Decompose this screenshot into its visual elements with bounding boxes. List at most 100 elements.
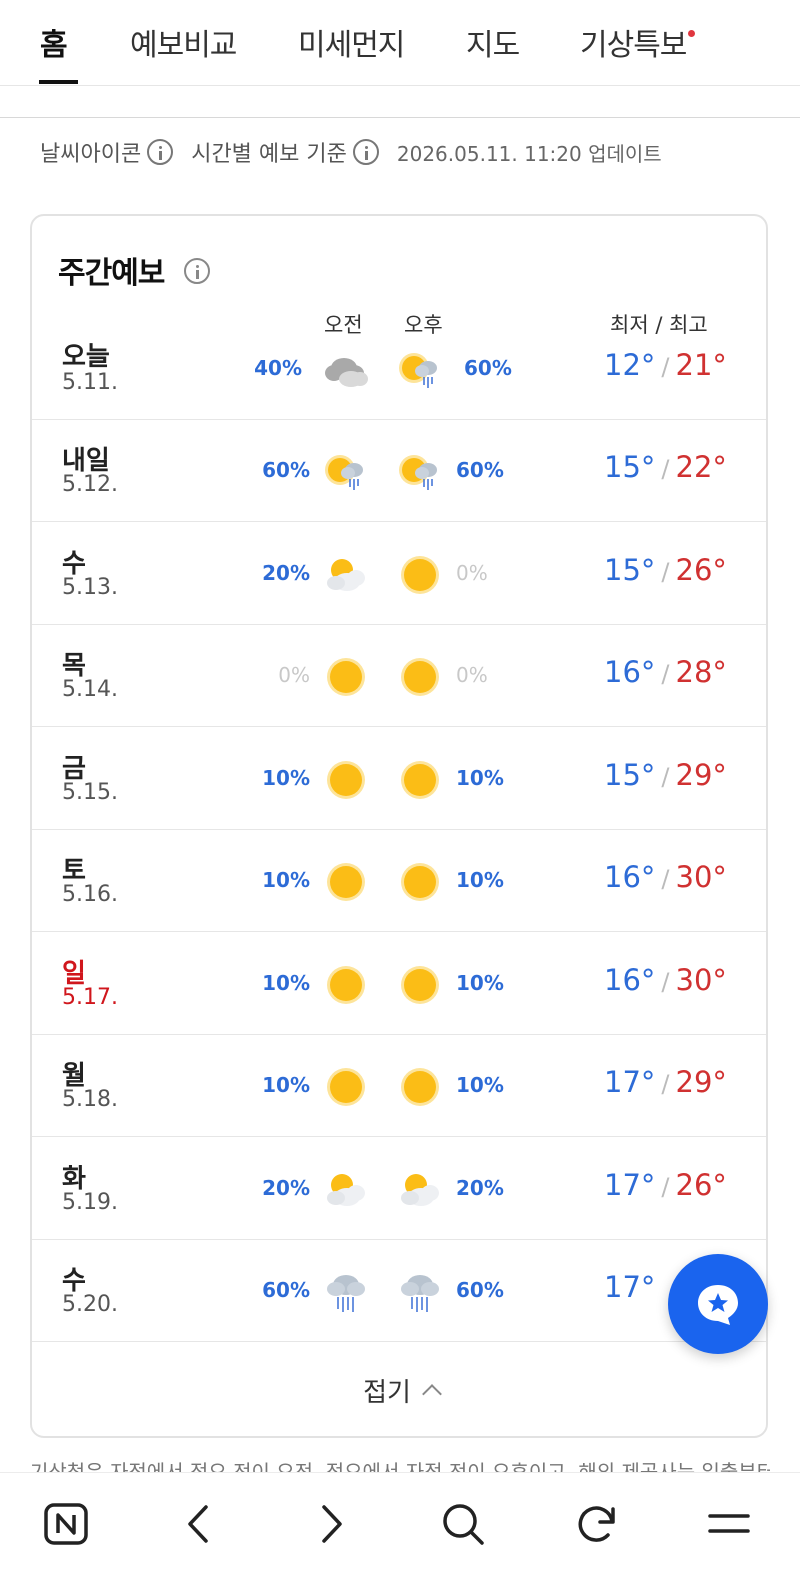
temp-min: 17° — [604, 1270, 656, 1304]
update-timestamp: 2026.05.11. 11:20 업데이트 — [396, 141, 662, 166]
tab-home-label: 홈 — [40, 28, 68, 63]
tab-fine-dust-label: 미세먼지 — [298, 28, 405, 63]
sun-icon — [396, 653, 444, 701]
divider — [0, 117, 800, 118]
sun-icon — [322, 756, 370, 804]
temp-slash: / — [661, 557, 670, 586]
row-date: 5.19. — [62, 1189, 118, 1215]
chat-fab-button[interactable] — [668, 1254, 768, 1354]
sun-icon — [322, 653, 370, 701]
hourly-basis-info-icon[interactable] — [352, 139, 379, 165]
row-date: 5.16. — [62, 882, 118, 907]
row-date: 5.12. — [62, 472, 118, 497]
temp-min: 15° — [604, 552, 656, 587]
sun-icon — [396, 858, 444, 906]
tab-forecast-compare-label: 예보비교 — [130, 28, 237, 63]
temp-min: 12° — [604, 348, 656, 382]
fold-button[interactable]: 접기 — [32, 1342, 766, 1436]
sun-icon — [322, 961, 370, 1009]
temp-slash: / — [661, 1172, 670, 1201]
partly-cloudy-icon — [396, 1166, 444, 1214]
search-icon[interactable] — [438, 1499, 488, 1549]
row-date: 5.18. — [62, 1087, 118, 1112]
temp-min: 17° — [604, 1065, 656, 1099]
temp-range: 15°/22° — [604, 450, 727, 484]
am-precip: 40% — [254, 356, 302, 380]
forward-icon[interactable] — [306, 1499, 356, 1549]
pm-precip: 60% — [456, 458, 504, 482]
temp-range: 17°/26° — [604, 1168, 727, 1202]
forecast-row: 수 5.20. 60% 60% 17° — [32, 1240, 766, 1342]
temp-range: 16°/30° — [604, 963, 727, 997]
temp-range: 12°/21° — [604, 348, 727, 382]
active-tab-indicator — [39, 80, 78, 84]
forecast-row: 내일 5.12. 60% 60% 15°/22° — [32, 420, 766, 522]
temp-range: 16°/28° — [604, 655, 727, 689]
rain-icon — [322, 1268, 370, 1316]
sun-icon — [396, 756, 444, 804]
temp-range: 17° — [604, 1270, 655, 1304]
weekly-forecast-title: 주간예보 — [58, 256, 165, 291]
temp-max: 30° — [675, 860, 727, 894]
tab-home[interactable]: 홈 — [40, 20, 68, 64]
tab-map[interactable]: 지도 — [466, 20, 520, 64]
chat-star-icon — [698, 1285, 738, 1325]
back-icon[interactable] — [174, 1499, 224, 1549]
temp-max: 29° — [675, 757, 727, 792]
temp-slash: / — [661, 865, 670, 893]
sun-cloud-rain-icon — [396, 346, 444, 394]
temp-max: 26° — [675, 552, 727, 587]
alert-dot-icon — [688, 30, 696, 37]
row-date: 5.13. — [62, 574, 118, 600]
forecast-row: 금 5.15. 10% 10% 15°/29° — [32, 728, 766, 830]
weekly-forecast-info-icon[interactable] — [184, 258, 210, 284]
weather-icon-info-icon[interactable] — [147, 139, 174, 165]
forecast-row: 수 5.13. 20% 0% 15°/26° — [32, 523, 766, 625]
row-date: 5.11. — [62, 370, 118, 395]
row-date: 5.14. — [62, 677, 118, 702]
naver-home-icon[interactable] — [41, 1499, 91, 1549]
sun-icon — [322, 1063, 370, 1111]
row-day: 오늘 — [62, 342, 110, 372]
tab-map-label: 지도 — [466, 28, 520, 63]
sun-cloud-rain-icon — [396, 448, 444, 496]
top-tab-bar: 홈 예보비교 미세먼지 지도 기상특보 — [0, 0, 800, 86]
row-date: 5.17. — [62, 984, 118, 1010]
temp-max: 26° — [675, 1167, 727, 1202]
am-precip: 0% — [278, 663, 310, 687]
pm-precip: 10% — [456, 868, 504, 892]
sun-icon — [396, 961, 444, 1009]
browser-bottom-bar — [0, 1472, 800, 1578]
fold-label: 접기 — [363, 1377, 411, 1408]
sun-icon — [322, 858, 370, 906]
tab-fine-dust[interactable]: 미세먼지 — [298, 20, 405, 64]
temp-slash: / — [661, 353, 670, 381]
temp-min: 16° — [604, 962, 656, 997]
am-precip: 20% — [262, 560, 310, 585]
row-date: 5.15. — [62, 779, 118, 805]
cloudy-icon — [322, 346, 370, 394]
temp-min: 15° — [604, 757, 656, 792]
hourly-basis-label: 시간별 예보 기준 — [191, 142, 347, 167]
temp-max: 21° — [675, 348, 727, 382]
temp-max: 28° — [675, 655, 727, 689]
chevron-up-icon — [422, 1384, 442, 1404]
footnote: 기상청은 자정에서 정오 전이 오전, 정오에서 자정 전이 오후이고, 해외 … — [30, 1460, 770, 1472]
temp-slash: / — [661, 660, 670, 688]
refresh-icon[interactable] — [572, 1499, 622, 1549]
temp-max: 30° — [675, 962, 727, 997]
tab-weather-alert[interactable]: 기상특보 — [580, 20, 696, 64]
pm-precip: 60% — [464, 356, 512, 380]
forecast-row: 월 5.18. 10% 10% 17°/29° — [32, 1035, 766, 1137]
tab-forecast-compare[interactable]: 예보비교 — [130, 20, 237, 64]
pm-precip: 10% — [456, 970, 504, 995]
forecast-row: 화 5.19. 20% 20% 17°/26° — [32, 1138, 766, 1240]
pm-precip: 0% — [456, 663, 488, 687]
pm-precip: 60% — [456, 1278, 504, 1302]
sun-icon — [396, 1063, 444, 1111]
menu-icon[interactable] — [704, 1499, 754, 1549]
temp-slash: / — [661, 1070, 670, 1098]
am-precip: 20% — [262, 1175, 310, 1200]
temp-max: 29° — [675, 1065, 727, 1099]
temp-range: 15°/26° — [604, 553, 727, 587]
